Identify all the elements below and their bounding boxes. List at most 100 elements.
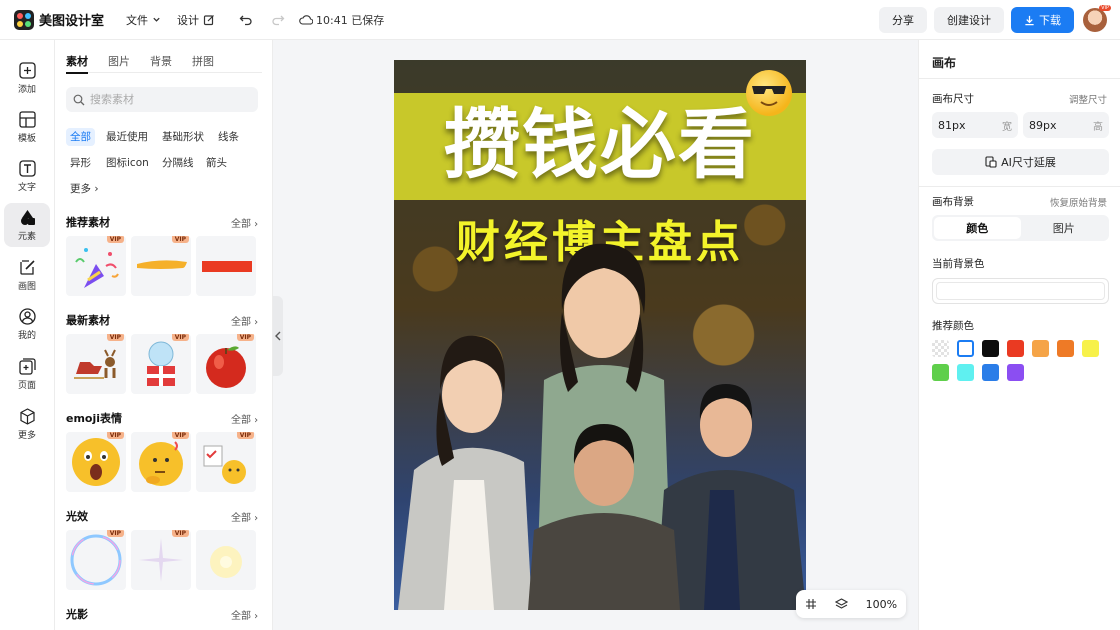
canvas-size-label: 画布尺寸 — [932, 93, 974, 105]
asset-thumb[interactable]: VIP — [196, 334, 256, 394]
nav-draw[interactable]: 画图 — [4, 253, 50, 297]
tab-image[interactable]: 图片 — [1021, 217, 1108, 239]
share-button[interactable]: 分享 — [879, 7, 927, 33]
nav-elements[interactable]: 元素 — [4, 203, 50, 247]
asset-tabs: 素材 图片 背景 拼图 — [66, 53, 262, 74]
nav-template-label: 模板 — [17, 133, 36, 144]
color-swatch[interactable] — [957, 364, 974, 381]
search-box[interactable] — [66, 87, 258, 112]
tab-materials[interactable]: 素材 — [66, 53, 88, 74]
chip-all[interactable]: 全部 — [66, 128, 95, 146]
color-swatch[interactable] — [1082, 340, 1099, 357]
color-swatch[interactable] — [982, 364, 999, 381]
search-input[interactable] — [90, 93, 240, 106]
color-swatch[interactable] — [1057, 340, 1074, 357]
chip-irregular[interactable]: 异形 — [66, 154, 95, 172]
vip-badge: VIP — [171, 334, 189, 341]
nav-add[interactable]: 添加 — [4, 56, 50, 100]
nav-text[interactable]: 文字 — [4, 154, 50, 198]
divider — [919, 186, 1120, 187]
chip-icons[interactable]: 图标icon — [102, 154, 153, 172]
asset-thumb[interactable]: VIP — [196, 432, 256, 492]
chip-lines[interactable]: 线条 — [214, 128, 243, 146]
scared-emoji-icon — [72, 438, 120, 486]
section-title-emoji: emoji表情 — [66, 412, 123, 425]
section-all-link[interactable]: 全部 › — [231, 509, 258, 524]
design-canvas[interactable]: 攒钱必看 财经博主盘点 — [394, 60, 806, 610]
width-field[interactable]: 81px 宽 — [932, 112, 1018, 138]
asset-thumb[interactable]: VIP — [131, 334, 191, 394]
glow-icon — [210, 546, 242, 578]
nav-template[interactable]: 模板 — [4, 105, 50, 149]
height-field[interactable]: 89px 高 — [1023, 112, 1109, 138]
restore-bg-link[interactable]: 恢复原始背景 — [1050, 195, 1107, 209]
sunglasses-icon — [752, 86, 786, 106]
asset-thumb[interactable] — [196, 530, 256, 590]
chip-basic-shapes[interactable]: 基础形状 — [158, 128, 208, 146]
undo-icon[interactable] — [239, 13, 253, 27]
people-photo[interactable] — [394, 240, 806, 610]
collapse-panel-handle[interactable] — [273, 296, 283, 376]
avatar[interactable]: VIP — [1083, 5, 1111, 32]
current-bg-label: 当前背景色 — [932, 258, 985, 270]
section-all-link[interactable]: 全部 › — [231, 313, 258, 328]
color-swatch[interactable] — [982, 340, 999, 357]
adjust-size-link[interactable]: 调整尺寸 — [1069, 92, 1107, 106]
snow-globe-gift-icon — [147, 341, 175, 386]
text-icon — [18, 159, 36, 177]
asset-thumb[interactable]: VIP — [66, 236, 126, 296]
grid-icon[interactable] — [805, 598, 817, 610]
color-swatch[interactable] — [957, 340, 974, 357]
chip-dividers[interactable]: 分隔线 — [158, 154, 198, 172]
color-swatch[interactable] — [932, 340, 949, 357]
zoom-level[interactable]: 100% — [866, 598, 897, 611]
avatar-vip-badge: VIP — [1099, 5, 1111, 11]
chip-more[interactable]: 更多 › — [66, 180, 103, 198]
section-all-link[interactable]: 全部 › — [231, 411, 258, 426]
sunglasses-emoji-icon[interactable] — [746, 70, 792, 116]
checklist-emoji-icon — [203, 445, 246, 484]
file-menu-button[interactable]: 文件 — [126, 12, 161, 28]
color-swatch[interactable] — [1007, 364, 1024, 381]
color-swatch[interactable] — [1032, 340, 1049, 357]
canvas-bg-label: 画布背景 — [932, 196, 974, 208]
download-button[interactable]: 下载 — [1011, 7, 1074, 33]
tab-collage[interactable]: 拼图 — [192, 53, 214, 73]
vip-badge: VIP — [171, 236, 189, 243]
tab-color[interactable]: 颜色 — [934, 217, 1021, 239]
search-icon — [73, 94, 85, 105]
asset-thumb[interactable]: VIP — [66, 432, 126, 492]
asset-thumb[interactable] — [196, 236, 256, 296]
color-swatch[interactable] — [1007, 340, 1024, 357]
app-name: 美图设计室 — [39, 14, 105, 29]
nav-page[interactable]: 页面 — [4, 352, 50, 396]
ai-resize-button[interactable]: AI尺寸延展 — [932, 149, 1109, 175]
cube-icon — [19, 407, 35, 425]
asset-thumb[interactable]: VIP — [66, 334, 126, 394]
vip-badge: VIP — [236, 432, 254, 439]
divider — [919, 78, 1120, 79]
app-logo[interactable]: 美图设计室 — [14, 9, 105, 30]
chip-arrows[interactable]: 箭头 — [202, 154, 231, 172]
tab-backgrounds[interactable]: 背景 — [150, 53, 172, 73]
redo-icon[interactable] — [271, 13, 285, 27]
nav-mine[interactable]: 我的 — [4, 302, 50, 346]
asset-thumb[interactable]: VIP — [131, 236, 191, 296]
create-design-button[interactable]: 创建设计 — [934, 7, 1004, 33]
color-swatch[interactable] — [932, 364, 949, 381]
nav-mine-label: 我的 — [17, 330, 36, 341]
poster-title[interactable]: 攒钱必看 — [394, 98, 806, 192]
asset-thumb[interactable]: VIP — [131, 530, 191, 590]
apple-icon — [206, 346, 246, 388]
asset-thumb[interactable]: VIP — [66, 530, 126, 590]
section-all-link[interactable]: 全部 › — [231, 607, 258, 622]
layers-icon[interactable] — [834, 597, 848, 611]
tab-images[interactable]: 图片 — [108, 53, 130, 73]
design-button[interactable]: 设计 — [177, 12, 215, 28]
current-bg-swatch[interactable] — [932, 278, 1109, 304]
vip-badge: VIP — [106, 530, 124, 537]
asset-thumb[interactable]: VIP — [131, 432, 191, 492]
nav-more[interactable]: 更多 — [4, 402, 50, 446]
section-all-link[interactable]: 全部 › — [231, 215, 258, 230]
chip-recent[interactable]: 最近使用 — [102, 128, 152, 146]
